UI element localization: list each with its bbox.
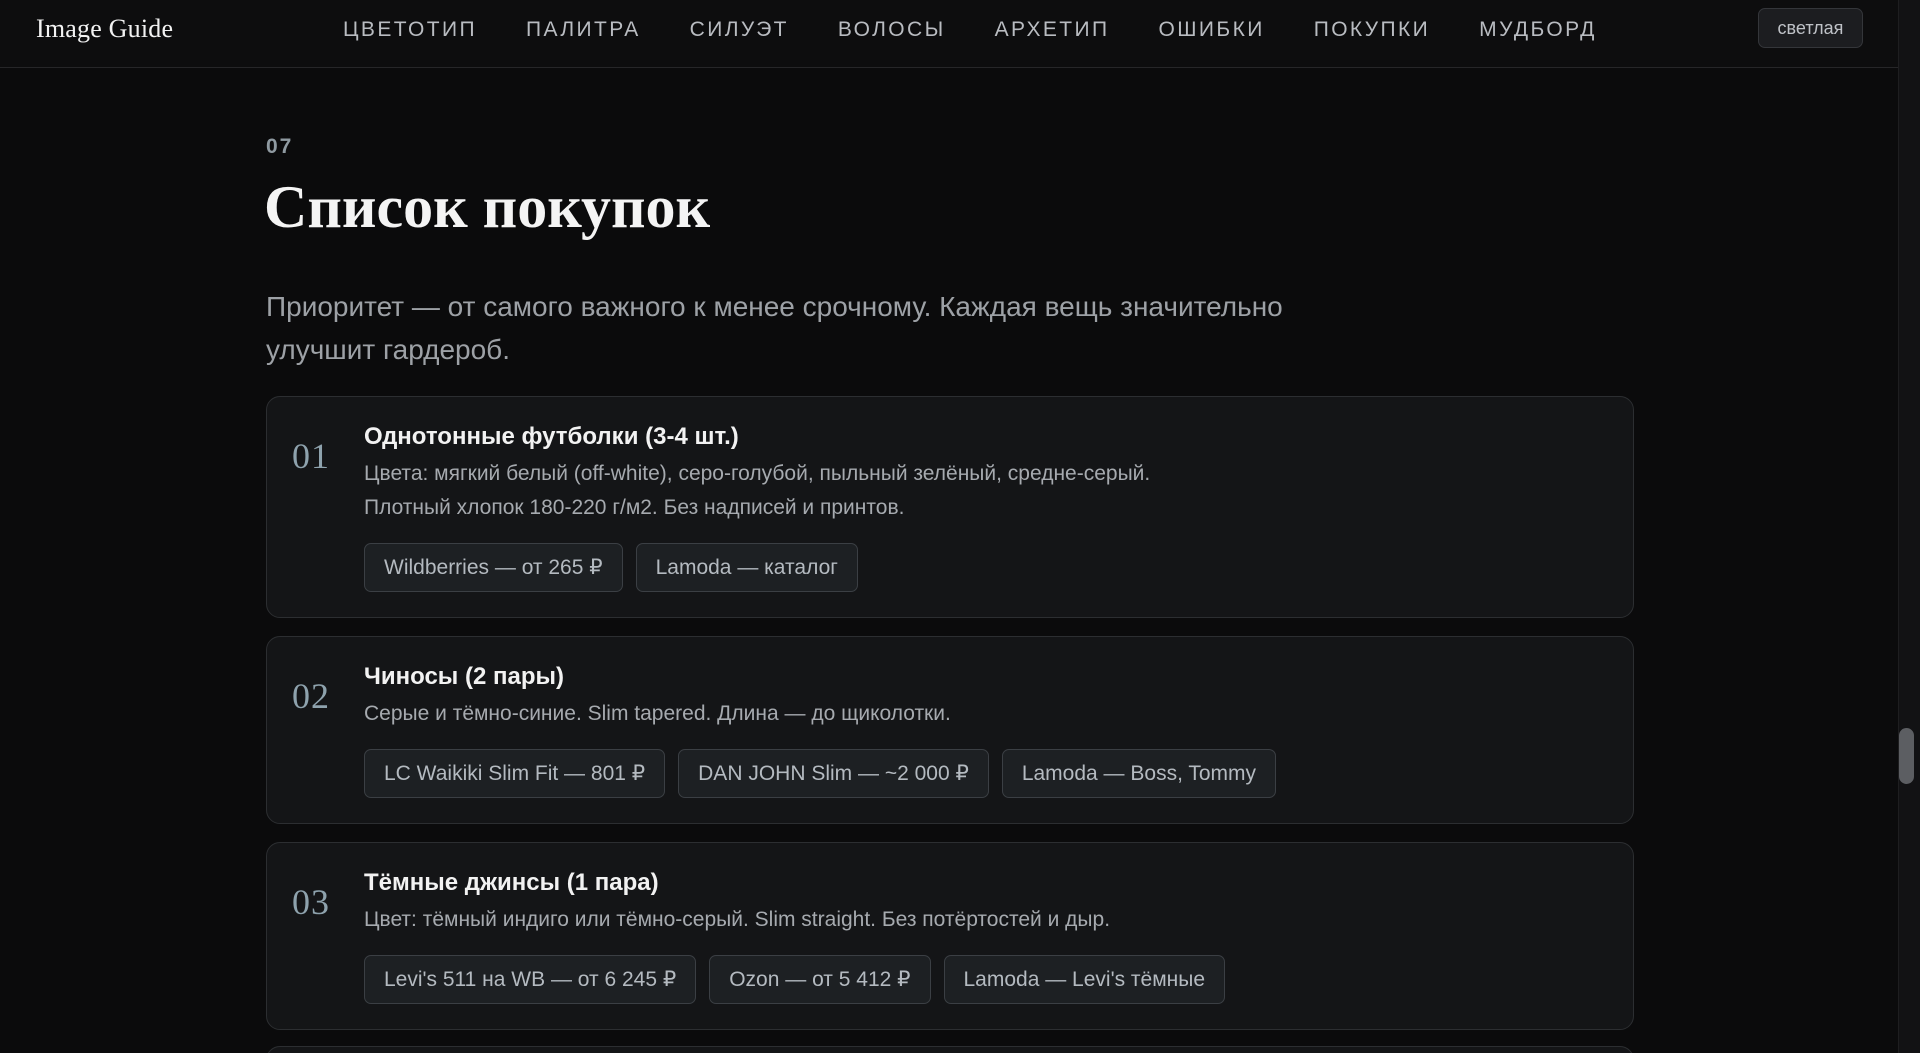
item-body: Однотонные футболки (3-4 шт.) Цвета: мяг… [364, 421, 1603, 592]
store-link-chip[interactable]: Lamoda — Levi's тёмные [943, 955, 1226, 1004]
nav-links: ЦВЕТОТИП ПАЛИТРА СИЛУЭТ ВОЛОСЫ АРХЕТИП О… [343, 18, 1646, 42]
item-title: Однотонные футболки (3-4 шт.) [364, 423, 739, 450]
item-links: LC Waikiki Slim Fit — 801 ₽ DAN JOHN Sli… [364, 749, 1603, 798]
scrollbar-thumb[interactable] [1899, 728, 1914, 784]
page: Image Guide ЦВЕТОТИП ПАЛИТРА СИЛУЭТ ВОЛО… [0, 0, 1920, 1053]
item-links: Wildberries — от 265 ₽ Lamoda — каталог [364, 543, 1603, 592]
item-number: 03 [292, 882, 330, 922]
item-description-line: Плотный хлопок 180-220 г/м2. Без надписе… [364, 496, 905, 519]
store-link-chip[interactable]: Lamoda — Boss, Tommy [1001, 749, 1277, 798]
store-link-chip[interactable]: Ozon — от 5 412 ₽ [709, 955, 931, 1004]
nav-link-mudbord[interactable]: МУДБОРД [1479, 18, 1597, 42]
item-description: Цвет: тёмный индиго или тёмно-серый. Sli… [364, 903, 1603, 937]
item-links: Levi's 511 на WB — от 6 245 ₽ Ozon — от … [364, 955, 1603, 1004]
nav-link-palitra[interactable]: ПАЛИТРА [526, 18, 641, 42]
shopping-item-card: 03 Тёмные джинсы (1 пара) Цвет: тёмный и… [266, 842, 1634, 1030]
item-body: Чиносы (2 пары) Серые и тёмно-синие. Sli… [364, 661, 1603, 798]
item-description: Цвета: мягкий белый (off-white), серо-го… [364, 457, 1603, 525]
nav-link-pokupki[interactable]: ПОКУПКИ [1314, 18, 1430, 42]
shopping-item-card: 02 Чиносы (2 пары) Серые и тёмно-синие. … [266, 636, 1634, 824]
nav-link-volosy[interactable]: ВОЛОСЫ [838, 18, 946, 42]
store-link-chip[interactable]: Levi's 511 на WB — от 6 245 ₽ [364, 955, 697, 1004]
scrollbar-track[interactable] [1898, 0, 1920, 1053]
item-number: 01 [292, 436, 330, 476]
section-description: Приоритет — от самого важного к менее ср… [266, 291, 1283, 365]
shopping-item-card-partial [266, 1046, 1634, 1053]
store-link-chip[interactable]: DAN JOHN Slim — ~2 000 ₽ [678, 749, 989, 798]
store-link-chip[interactable]: LC Waikiki Slim Fit — 801 ₽ [364, 749, 666, 798]
item-title: Чиносы (2 пары) [364, 663, 564, 690]
top-navigation: Image Guide ЦВЕТОТИП ПАЛИТРА СИЛУЭТ ВОЛО… [0, 0, 1898, 68]
section-title: Список покупок [264, 174, 711, 240]
theme-toggle-button[interactable]: светлая [1758, 8, 1863, 48]
store-link-chip[interactable]: Wildberries — от 265 ₽ [364, 543, 623, 592]
item-number: 02 [292, 676, 330, 716]
brand-logo[interactable]: Image Guide [36, 14, 173, 44]
item-title: Тёмные джинсы (1 пара) [364, 869, 659, 896]
section-number: 07 [266, 135, 294, 158]
nav-link-siluet[interactable]: СИЛУЭТ [690, 18, 789, 42]
item-body: Тёмные джинсы (1 пара) Цвет: тёмный инди… [364, 867, 1603, 1004]
nav-link-cvetotip[interactable]: ЦВЕТОТИП [343, 18, 477, 42]
item-description-line: Цвет: тёмный индиго или тёмно-серый. Sli… [364, 908, 1111, 931]
nav-link-arhetip[interactable]: АРХЕТИП [995, 18, 1110, 42]
store-link-chip[interactable]: Lamoda — каталог [635, 543, 858, 592]
nav-link-oshibki[interactable]: ОШИБКИ [1159, 18, 1265, 42]
item-description-line: Цвета: мягкий белый (off-white), серо-го… [364, 462, 1151, 485]
item-description: Серые и тёмно-синие. Slim tapered. Длина… [364, 697, 1603, 731]
item-description-line: Серые и тёмно-синие. Slim tapered. Длина… [364, 702, 951, 725]
shopping-item-card: 01 Однотонные футболки (3-4 шт.) Цвета: … [266, 396, 1634, 618]
